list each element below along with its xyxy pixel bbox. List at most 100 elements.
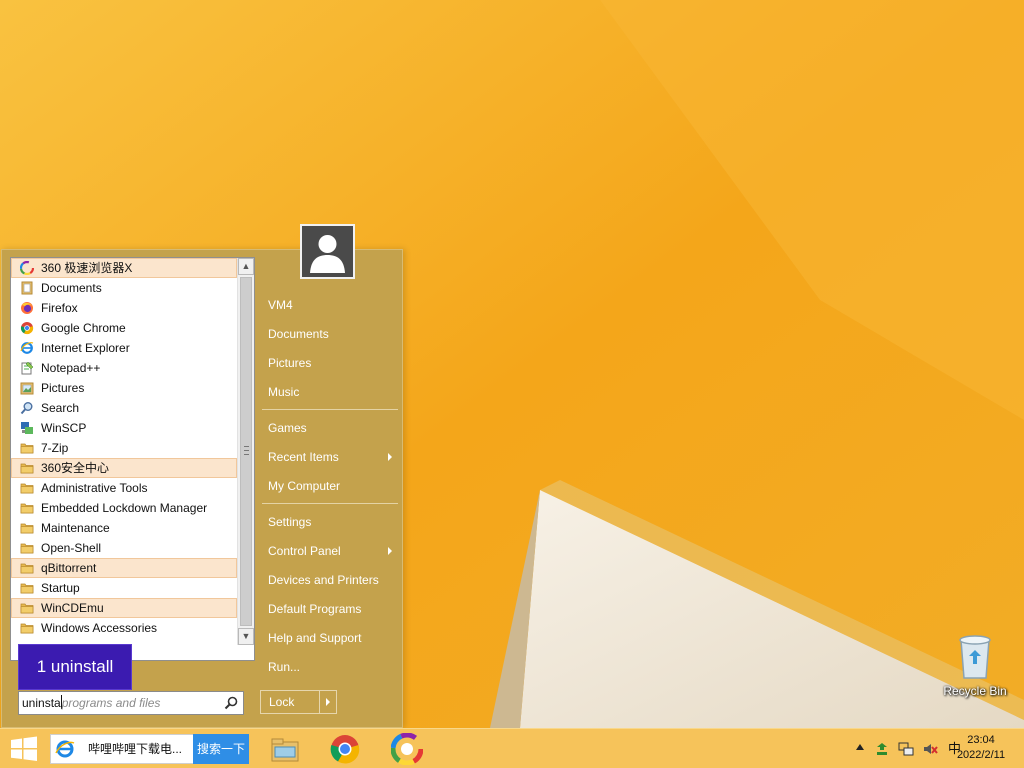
program-item[interactable]: Windows Accessories (11, 618, 237, 638)
program-item[interactable]: Search (11, 398, 237, 418)
uninstall-result-tile[interactable]: 1 uninstall (18, 644, 132, 690)
program-item[interactable]: Firefox (11, 298, 237, 318)
search-icon[interactable] (224, 696, 238, 710)
program-item[interactable]: Documents (11, 278, 237, 298)
right-item-music[interactable]: Music (260, 379, 398, 405)
program-label: Google Chrome (41, 321, 126, 335)
taskbar-search-button[interactable]: 搜索一下 (193, 734, 249, 764)
scroll-grip-icon (244, 446, 249, 455)
right-item-help-support[interactable]: Help and Support (260, 625, 398, 651)
360-browser-icon (390, 732, 424, 766)
right-item-label: Devices and Printers (268, 573, 379, 587)
right-item-label: Settings (268, 515, 312, 529)
program-item[interactable]: qBittorrent (11, 558, 237, 578)
right-item-label: Recent Items (268, 450, 339, 464)
update-arrows-icon[interactable] (874, 741, 890, 757)
lock-button[interactable]: Lock (260, 690, 337, 714)
address-text: 哔哩哔哩下载电... (88, 742, 183, 756)
program-item[interactable]: Startup (11, 578, 237, 598)
folder-icon (20, 443, 34, 454)
recycle-bin[interactable]: Recycle Bin (940, 630, 1010, 700)
program-item[interactable]: Open-Shell (11, 538, 237, 558)
folder-icon (20, 483, 34, 494)
user-folder-item[interactable]: VM4 (260, 292, 398, 318)
taskbar-address-box[interactable]: 哔哩哔哩下载电... (50, 734, 197, 764)
chrome-icon (330, 735, 360, 764)
right-item-default-programs[interactable]: Default Programs (260, 596, 398, 622)
folder-icon (20, 563, 34, 574)
start-button[interactable] (0, 729, 48, 768)
taskbar: 哔哩哔哩下载电... 搜索一下 中 23:04 2022/2/11 (0, 728, 1024, 768)
program-label: WinCDEmu (41, 601, 104, 615)
program-item[interactable]: Internet Explorer (11, 338, 237, 358)
lock-label: Lock (269, 695, 295, 709)
programs-scrollbar[interactable]: ▲ ▼ (237, 258, 254, 645)
network-icon[interactable] (898, 741, 914, 757)
program-item[interactable]: WinCDEmu (11, 598, 237, 618)
show-hidden-icons-chevron-icon[interactable] (856, 744, 864, 750)
program-item[interactable]: Pictures (11, 378, 237, 398)
taskbar-clock[interactable]: 23:04 2022/2/11 (950, 733, 1012, 763)
right-item-label: Help and Support (268, 631, 362, 645)
program-item[interactable]: WinSCP (11, 418, 237, 438)
program-label: Windows Accessories (41, 621, 158, 635)
program-label: 7-Zip (41, 441, 69, 455)
right-item-devices-printers[interactable]: Devices and Printers (260, 567, 398, 593)
right-item-label: Games (268, 421, 307, 435)
search-icon (20, 402, 33, 415)
right-item-recent-items[interactable]: Recent Items (260, 444, 398, 470)
program-item[interactable]: 360 极速浏览器X (11, 258, 237, 278)
system-tray: 中 23:04 2022/2/11 (824, 729, 1024, 768)
user-avatar-icon (310, 235, 345, 273)
scroll-thumb[interactable] (240, 277, 252, 626)
program-label: Notepad++ (41, 361, 101, 375)
scroll-up-button[interactable]: ▲ (238, 258, 254, 275)
program-item[interactable]: 360安全中心 (11, 458, 237, 478)
ie-icon (20, 342, 34, 354)
recycle-bin-label: Recycle Bin (943, 684, 1007, 698)
program-label: Open-Shell (41, 541, 102, 555)
right-item-my-computer[interactable]: My Computer (260, 473, 398, 499)
program-label: qBittorrent (41, 561, 97, 575)
chrome-icon (20, 322, 34, 335)
program-label: Administrative Tools (41, 481, 148, 495)
right-item-label: My Computer (268, 479, 341, 493)
right-item-label: Default Programs (268, 602, 362, 616)
program-label: Pictures (41, 381, 85, 395)
program-item[interactable]: Notepad++ (11, 358, 237, 378)
lock-options-arrow-button[interactable] (319, 691, 337, 713)
right-item-pictures[interactable]: Pictures (260, 350, 398, 376)
program-item[interactable]: Embedded Lockdown Manager (11, 498, 237, 518)
right-item-label: Control Panel (268, 544, 341, 558)
right-item-settings[interactable]: Settings (260, 509, 398, 535)
taskbar-app-chrome[interactable] (329, 733, 361, 765)
program-label: Embedded Lockdown Manager (41, 501, 208, 515)
program-label: 360 极速浏览器X (41, 261, 133, 275)
program-item[interactable]: Maintenance (11, 518, 237, 538)
folder-icon (20, 603, 34, 614)
program-label: Internet Explorer (41, 341, 130, 355)
program-label: 360安全中心 (41, 461, 110, 475)
recycle-bin-icon (959, 635, 991, 679)
scroll-down-button[interactable]: ▼ (238, 628, 254, 645)
folder-icon (20, 583, 34, 594)
volume-muted-icon[interactable] (922, 741, 938, 757)
menu-separator (262, 503, 398, 504)
program-item[interactable]: Administrative Tools (11, 478, 237, 498)
right-item-documents[interactable]: Documents (260, 321, 398, 347)
ie-icon (55, 740, 75, 758)
firefox-icon (21, 302, 33, 314)
right-item-control-panel[interactable]: Control Panel (260, 538, 398, 564)
right-item-games[interactable]: Games (260, 415, 398, 441)
right-item-run[interactable]: Run... (260, 654, 398, 680)
taskbar-app-360-browser[interactable] (390, 732, 424, 766)
program-item[interactable]: 7-Zip (11, 438, 237, 458)
search-typed-text: uninsta (22, 696, 61, 710)
taskbar-app-file-explorer[interactable] (269, 733, 301, 765)
program-item[interactable]: Google Chrome (11, 318, 237, 338)
submenu-arrow-icon (388, 453, 392, 461)
menu-separator (262, 409, 398, 410)
winscp-icon (21, 422, 33, 434)
user-avatar[interactable] (300, 224, 355, 279)
start-search-input[interactable]: uninstaprograms and files (18, 691, 244, 715)
